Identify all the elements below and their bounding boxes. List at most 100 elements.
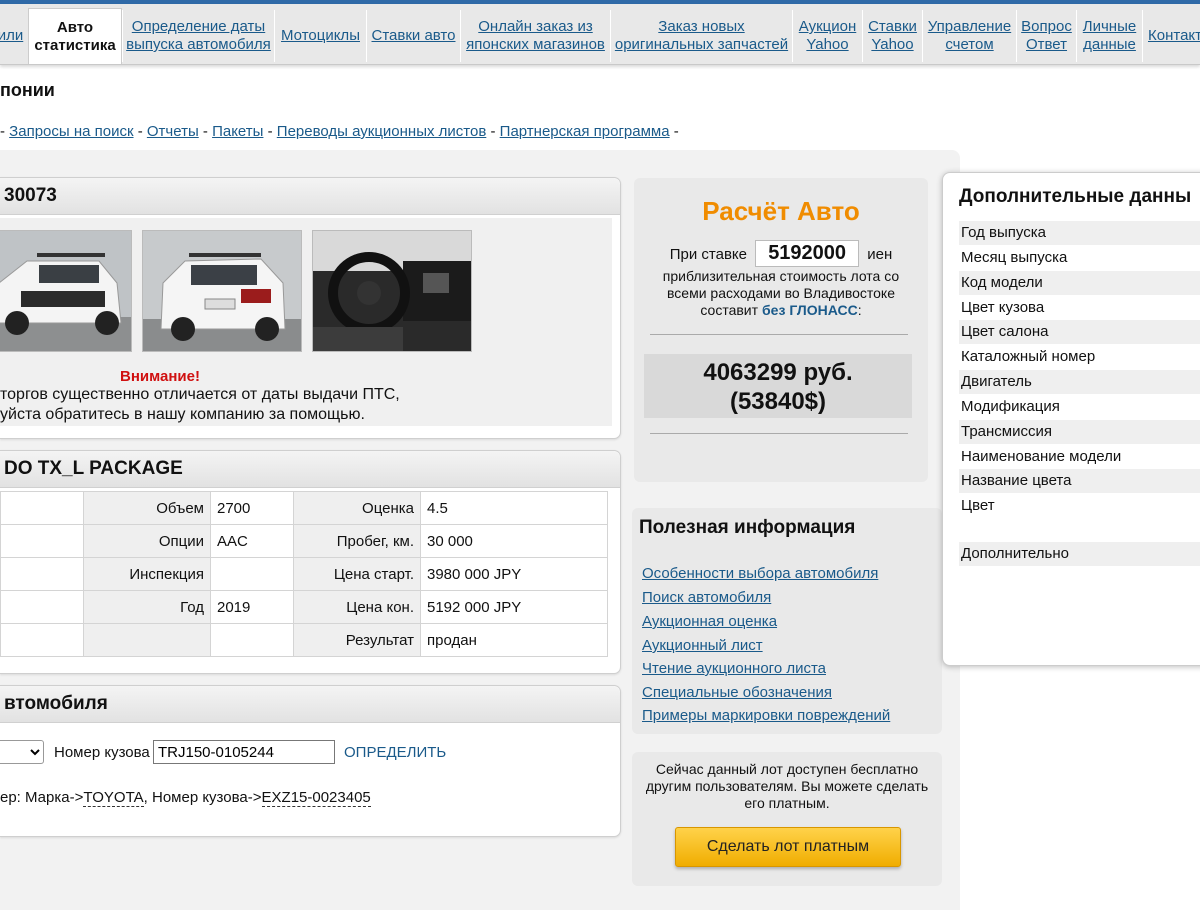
extra-row-modification: Модификация	[961, 398, 1060, 415]
table-row: Результат продан	[0, 623, 608, 657]
extra-row-catalog-number: Каталожный номер	[961, 348, 1096, 365]
spec-value: 5192 000 JPY	[420, 590, 608, 624]
subnav-packages[interactable]: Пакеты	[212, 123, 263, 140]
example-brand: TOYOTA	[83, 789, 144, 807]
extra-row-body-color: Цвет кузова	[961, 299, 1045, 316]
link-choose-car[interactable]: Особенности выбора автомобиля	[642, 565, 878, 582]
link-reading-sheet[interactable]: Чтение аукционного листа	[642, 660, 826, 677]
extra-row-year: Год выпуска	[959, 221, 1200, 245]
link-damage-marks[interactable]: Примеры маркировки повреждений	[642, 707, 890, 724]
subnav-reports[interactable]: Отчеты	[147, 123, 199, 140]
car-photo-front[interactable]	[0, 230, 132, 352]
car-photo-rear[interactable]	[142, 230, 302, 352]
link-auction-sheet[interactable]: Аукционный лист	[642, 637, 763, 654]
cost-calculator: Расчёт Авто При ставке 5192000 иен прибл…	[634, 178, 928, 482]
spec-label: Пробег, км.	[293, 524, 421, 558]
table-row: Год 2019 Цена кон. 5192 000 JPY	[0, 590, 608, 624]
calculator-title: Расчёт Авто	[702, 196, 860, 226]
price-rub: 4063299 руб.	[703, 359, 853, 386]
spec-label: Цена старт.	[293, 557, 421, 591]
spec-value: 2019	[210, 590, 294, 624]
body-number-input[interactable]	[153, 740, 335, 764]
link-auction-grade[interactable]: Аукционная оценка	[642, 613, 777, 630]
body-number-panel: втомобиля Номер кузова ОПРЕДЕЛИТЬ ер: Ма…	[0, 685, 621, 837]
subnav-partner-program[interactable]: Партнерская программа	[500, 123, 670, 140]
useful-info-panel: Полезная информация Особенности выбора а…	[632, 508, 942, 734]
spec-label: Оценка	[293, 491, 421, 525]
body-number-label: Номер кузова	[54, 744, 150, 761]
additional-data-panel: Дополнительные данны Год выпуска Месяц в…	[942, 172, 1200, 666]
body-number-example: ер: Марка->TOYOTA, Номер кузова->EXZ15-0…	[0, 789, 371, 807]
price-usd: (53840$)	[729, 388, 827, 415]
link-car-search[interactable]: Поиск автомобиля	[642, 589, 771, 606]
extra-row-color-name: Название цвета	[959, 469, 1200, 493]
bid-rate-value: 5192000	[755, 240, 860, 267]
nav-item-faq[interactable]: Вопрос Ответ	[1016, 10, 1076, 62]
extra-row-interior-color: Цвет салона	[959, 320, 1200, 344]
car-model-heading: DO TX_L PACKAGE	[0, 451, 620, 488]
lot-number-heading: 30073	[0, 178, 620, 215]
bid-rate: При ставке 5192000 иен	[634, 240, 928, 267]
car-photo-interior[interactable]	[312, 230, 472, 352]
warning-title: Внимание!	[120, 368, 200, 385]
nav-item-auto-bids[interactable]: Ставки авто	[366, 10, 460, 62]
nav-item-yahoo-bids[interactable]: Ставки Yahoo	[862, 10, 922, 62]
extra-row-additional: Дополнительно	[959, 542, 1200, 566]
spec-label: Инспекция	[83, 557, 211, 591]
useful-info-title: Полезная информация	[639, 517, 856, 538]
extra-row-model-code: Код модели	[959, 271, 1200, 295]
paid-lot-text: Сейчас данный лот доступен бесплатно дру…	[645, 761, 929, 811]
lot-photos-panel: 30073 Внимание! торгов существенно отлич…	[0, 177, 621, 439]
table-row: Объем 2700 Оценка 4.5	[0, 491, 608, 525]
nav-item-parts[interactable]: Заказ новых оригинальных запчастей	[610, 10, 792, 62]
nav-item-cars[interactable]: или	[0, 10, 26, 62]
nav-item-release-date[interactable]: Определение даты выпуска автомобиля	[122, 10, 274, 62]
no-glonass-link[interactable]: без ГЛОНАСС	[762, 302, 858, 318]
nav-item-motorcycles[interactable]: Мотоциклы	[274, 10, 366, 62]
spec-value	[210, 557, 294, 591]
spec-label: Год	[83, 590, 211, 624]
sub-navigation: - Запросы на поиск - Отчеты - Пакеты - П…	[0, 123, 679, 140]
total-price: 4063299 руб. (53840$)	[644, 354, 912, 418]
nav-item-contacts[interactable]: Контакт	[1142, 10, 1200, 62]
page-title: понии	[0, 80, 55, 100]
divider	[650, 433, 908, 434]
extra-row-color: Цвет	[961, 497, 995, 514]
spec-label: Опции	[83, 524, 211, 558]
table-row: Опции AAC Пробег, км. 30 000	[0, 524, 608, 558]
spec-label: Объем	[83, 491, 211, 525]
brand-select[interactable]	[0, 740, 44, 764]
example-body-number: EXZ15-0023405	[261, 789, 371, 807]
spec-value	[210, 623, 294, 657]
divider	[650, 334, 908, 335]
body-number-heading: втомобиля	[0, 686, 620, 723]
determine-button[interactable]: ОПРЕДЕЛИТЬ	[344, 744, 446, 761]
link-special-marks[interactable]: Специальные обозначения	[642, 684, 832, 701]
nav-item-auto-stats[interactable]: Авто статистика	[28, 8, 122, 64]
extra-row-model-name: Наименование модели	[961, 448, 1122, 465]
spec-label	[83, 623, 211, 657]
spec-value: AAC	[210, 524, 294, 558]
nav-item-japan-shops[interactable]: Онлайн заказ из японских магазинов	[460, 10, 610, 62]
spec-value: продан	[420, 623, 608, 657]
specs-table: Объем 2700 Оценка 4.5 Опции AAC Пробег, …	[0, 491, 608, 657]
spec-value: 30 000	[420, 524, 608, 558]
paid-lot-panel: Сейчас данный лот доступен бесплатно дру…	[632, 752, 942, 886]
extra-row-engine: Двигатель	[959, 370, 1200, 394]
spec-label: Цена кон.	[293, 590, 421, 624]
nav-item-account[interactable]: Управление счетом	[922, 10, 1016, 62]
make-lot-paid-button[interactable]: Сделать лот платным	[675, 827, 901, 867]
main-nav: или Авто статистика Определение даты вып…	[0, 4, 1200, 65]
nav-item-personal-data[interactable]: Личные данные	[1076, 10, 1142, 62]
table-row: Инспекция Цена старт. 3980 000 JPY	[0, 557, 608, 591]
spec-value: 3980 000 JPY	[420, 557, 608, 591]
car-specs-panel: DO TX_L PACKAGE Объем 2700 Оценка 4.5 Оп…	[0, 450, 621, 674]
subnav-search-requests[interactable]: Запросы на поиск	[9, 123, 133, 140]
extra-row-month: Месяц выпуска	[961, 249, 1068, 266]
subnav-translations[interactable]: Переводы аукционных листов	[277, 123, 487, 140]
nav-item-yahoo-auction[interactable]: Аукцион Yahoo	[792, 10, 862, 62]
warning-text-line1: торгов существенно отличается от даты вы…	[0, 386, 400, 403]
photo-area: Внимание! торгов существенно отличается …	[0, 218, 612, 426]
spec-value: 2700	[210, 491, 294, 525]
extra-row-transmission: Трансмиссия	[959, 420, 1200, 444]
